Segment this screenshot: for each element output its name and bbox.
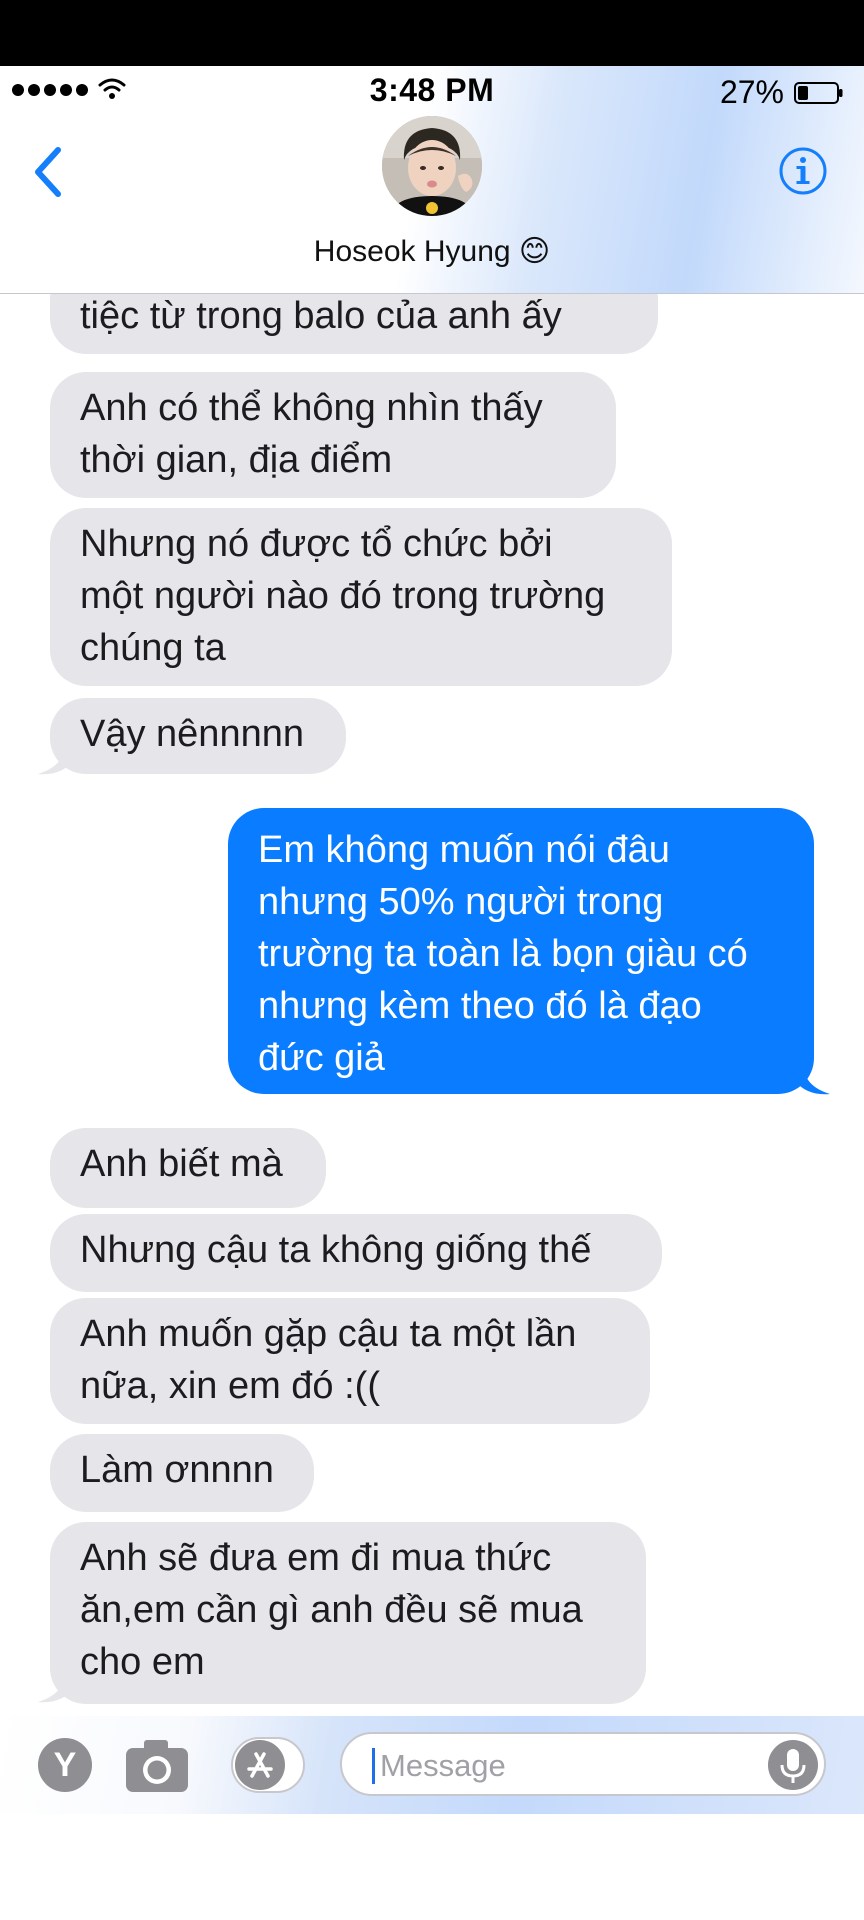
message-line: nhưng kèm theo đó là đạo — [258, 985, 702, 1027]
message-line: Em không muốn nói đâu — [258, 829, 670, 871]
received-message-bubble[interactable]: Anh muốn gặp cậu ta một lần nữa, xin em … — [50, 1298, 650, 1424]
message-line: Làm ơnnnn — [80, 1449, 274, 1491]
received-message-bubble[interactable]: Anh biết mà — [50, 1128, 326, 1208]
bubble-tail — [796, 1066, 830, 1095]
received-message-bubble[interactable]: Anh sẽ đưa em đi mua thức ăn,em cần gì a… — [50, 1522, 646, 1704]
microphone-icon[interactable] — [768, 1740, 818, 1790]
received-message-bubble[interactable]: Anh có thể không nhìn thấy thời gian, đị… — [50, 372, 616, 498]
message-line: Anh biết mà — [80, 1143, 283, 1185]
message-line: Anh sẽ đưa em đi mua thức — [80, 1537, 552, 1579]
message-line: một người nào đó trong trường — [80, 575, 606, 617]
battery-icon — [794, 82, 843, 104]
contact-name[interactable]: Hoseok Hyung 😊 — [0, 234, 864, 269]
message-composer-bar: Y Message — [0, 1716, 864, 1814]
message-line: trường ta toàn là bọn giàu có — [258, 933, 748, 975]
bubble-tail — [38, 1674, 72, 1703]
message-line: tiệc từ trong balo của anh ấy — [80, 295, 562, 337]
message-line: thời gian, địa điểm — [80, 439, 393, 481]
received-message-bubble[interactable]: Vậy nênnnnn — [50, 698, 346, 774]
back-chevron-icon[interactable] — [30, 144, 66, 200]
message-line: Anh có thể không nhìn thấy — [80, 387, 543, 429]
message-line: chúng ta — [80, 627, 226, 669]
camera-icon[interactable] — [124, 1736, 190, 1794]
received-message-bubble[interactable]: Làm ơnnnn — [50, 1434, 314, 1512]
text-caret — [372, 1748, 375, 1784]
conversation-header: 3:48 PM 27% Hoseok Hyung 😊 — [0, 66, 864, 294]
message-line: ăn,em cần gì anh đều sẽ mua — [80, 1589, 583, 1631]
message-line: nhưng 50% người trong — [258, 881, 664, 923]
contact-avatar[interactable] — [382, 116, 482, 216]
status-bar: 3:48 PM 27% — [0, 66, 864, 122]
bottom-area — [0, 1814, 864, 1920]
message-line: đức giả — [258, 1037, 385, 1079]
message-line: Nhưng nó được tổ chức bởi — [80, 523, 553, 565]
message-line: Anh muốn gặp cậu ta một lần — [80, 1313, 577, 1355]
received-message-bubble[interactable]: Nhưng cậu ta không giống thế — [50, 1214, 662, 1292]
received-message-bubble[interactable]: tiệc từ trong balo của anh ấy — [50, 294, 658, 354]
battery-percent: 27% — [719, 74, 784, 110]
message-placeholder: Message — [380, 1748, 506, 1783]
sent-message-bubble[interactable]: Em không muốn nói đâu nhưng 50% người tr… — [228, 808, 814, 1094]
message-input[interactable]: Message — [340, 1732, 826, 1796]
app-label: Y — [53, 1746, 77, 1784]
message-line: Nhưng cậu ta không giống thế — [80, 1229, 592, 1271]
message-line: cho em — [80, 1641, 205, 1683]
message-line: Vậy nênnnnn — [80, 713, 304, 755]
info-circle-icon[interactable] — [778, 146, 828, 196]
top-black-bar — [0, 0, 864, 66]
bubble-tail — [38, 746, 72, 775]
received-message-bubble[interactable]: Nhưng nó được tổ chức bởi một người nào … — [50, 508, 672, 686]
message-thread[interactable]: tiệc từ trong balo của anh ấy Anh có thể… — [0, 294, 864, 1716]
yahoo-y-icon[interactable]: Y — [38, 1738, 92, 1792]
app-store-icon[interactable] — [230, 1736, 306, 1794]
message-line: nữa, xin em đó :(( — [80, 1365, 380, 1407]
